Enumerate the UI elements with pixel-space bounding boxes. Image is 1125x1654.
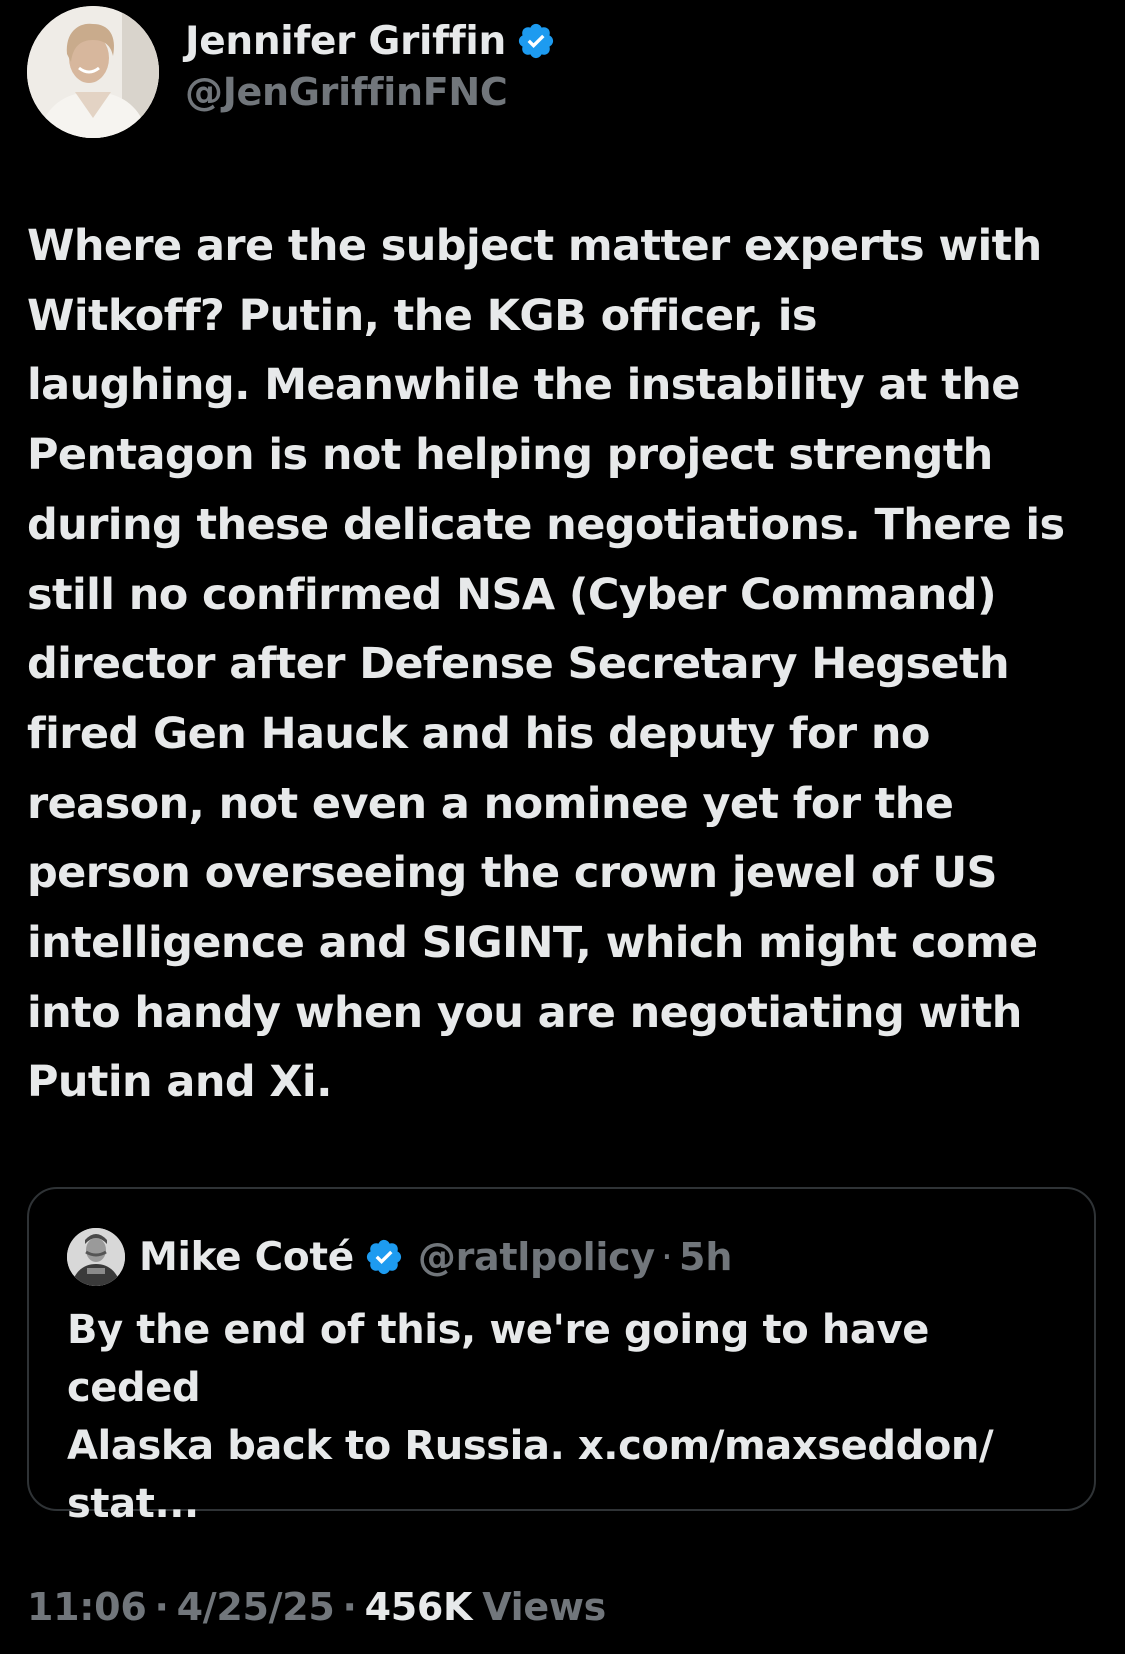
views-label: Views: [482, 1585, 606, 1629]
author-display-name[interactable]: Jennifer Griffin: [185, 19, 506, 64]
author-handle[interactable]: @JenGriffinFNC: [185, 70, 556, 114]
quoted-author-handle[interactable]: @ratlpolicy: [418, 1235, 655, 1279]
quoted-separator-dot: ·: [660, 1235, 673, 1279]
tweet-meta-footer: 11:06 · 4/25/25 · 456K Views: [27, 1582, 606, 1632]
quoted-author-display-name[interactable]: Mike Coté: [139, 1235, 354, 1280]
tweet-date[interactable]: 4/25/25: [177, 1585, 335, 1629]
author-identity: Jennifer Griffin @JenGriffinFNC: [185, 16, 556, 114]
tweet-time[interactable]: 11:06: [27, 1585, 147, 1629]
quoted-author-avatar[interactable]: [67, 1228, 125, 1286]
quoted-tweet-text: By the end of this, we're going to have …: [67, 1307, 994, 1527]
avatar-photo-icon: [27, 6, 159, 138]
author-avatar[interactable]: [27, 6, 159, 138]
views-count: 456K: [364, 1585, 473, 1629]
footer-separator-dot: ·: [154, 1585, 169, 1629]
tweet-header: Jennifer Griffin @JenGriffinFNC: [27, 6, 556, 138]
tweet-body-text: Where are the subject matter experts wit…: [27, 221, 1065, 1108]
quoted-timestamp[interactable]: 5h: [679, 1235, 733, 1279]
quoted-avatar-photo-icon: [67, 1228, 125, 1286]
author-name-row: Jennifer Griffin: [185, 16, 556, 66]
quoted-verified-badge-icon: [366, 1239, 401, 1275]
quoted-tweet-card[interactable]: Mike Coté @ratlpolicy · 5h By the end of…: [27, 1187, 1096, 1527]
verified-badge-icon: [518, 23, 554, 59]
quoted-tweet-header: Mike Coté @ratlpolicy · 5h: [67, 1227, 732, 1287]
footer-separator-dot-2: ·: [342, 1585, 357, 1629]
